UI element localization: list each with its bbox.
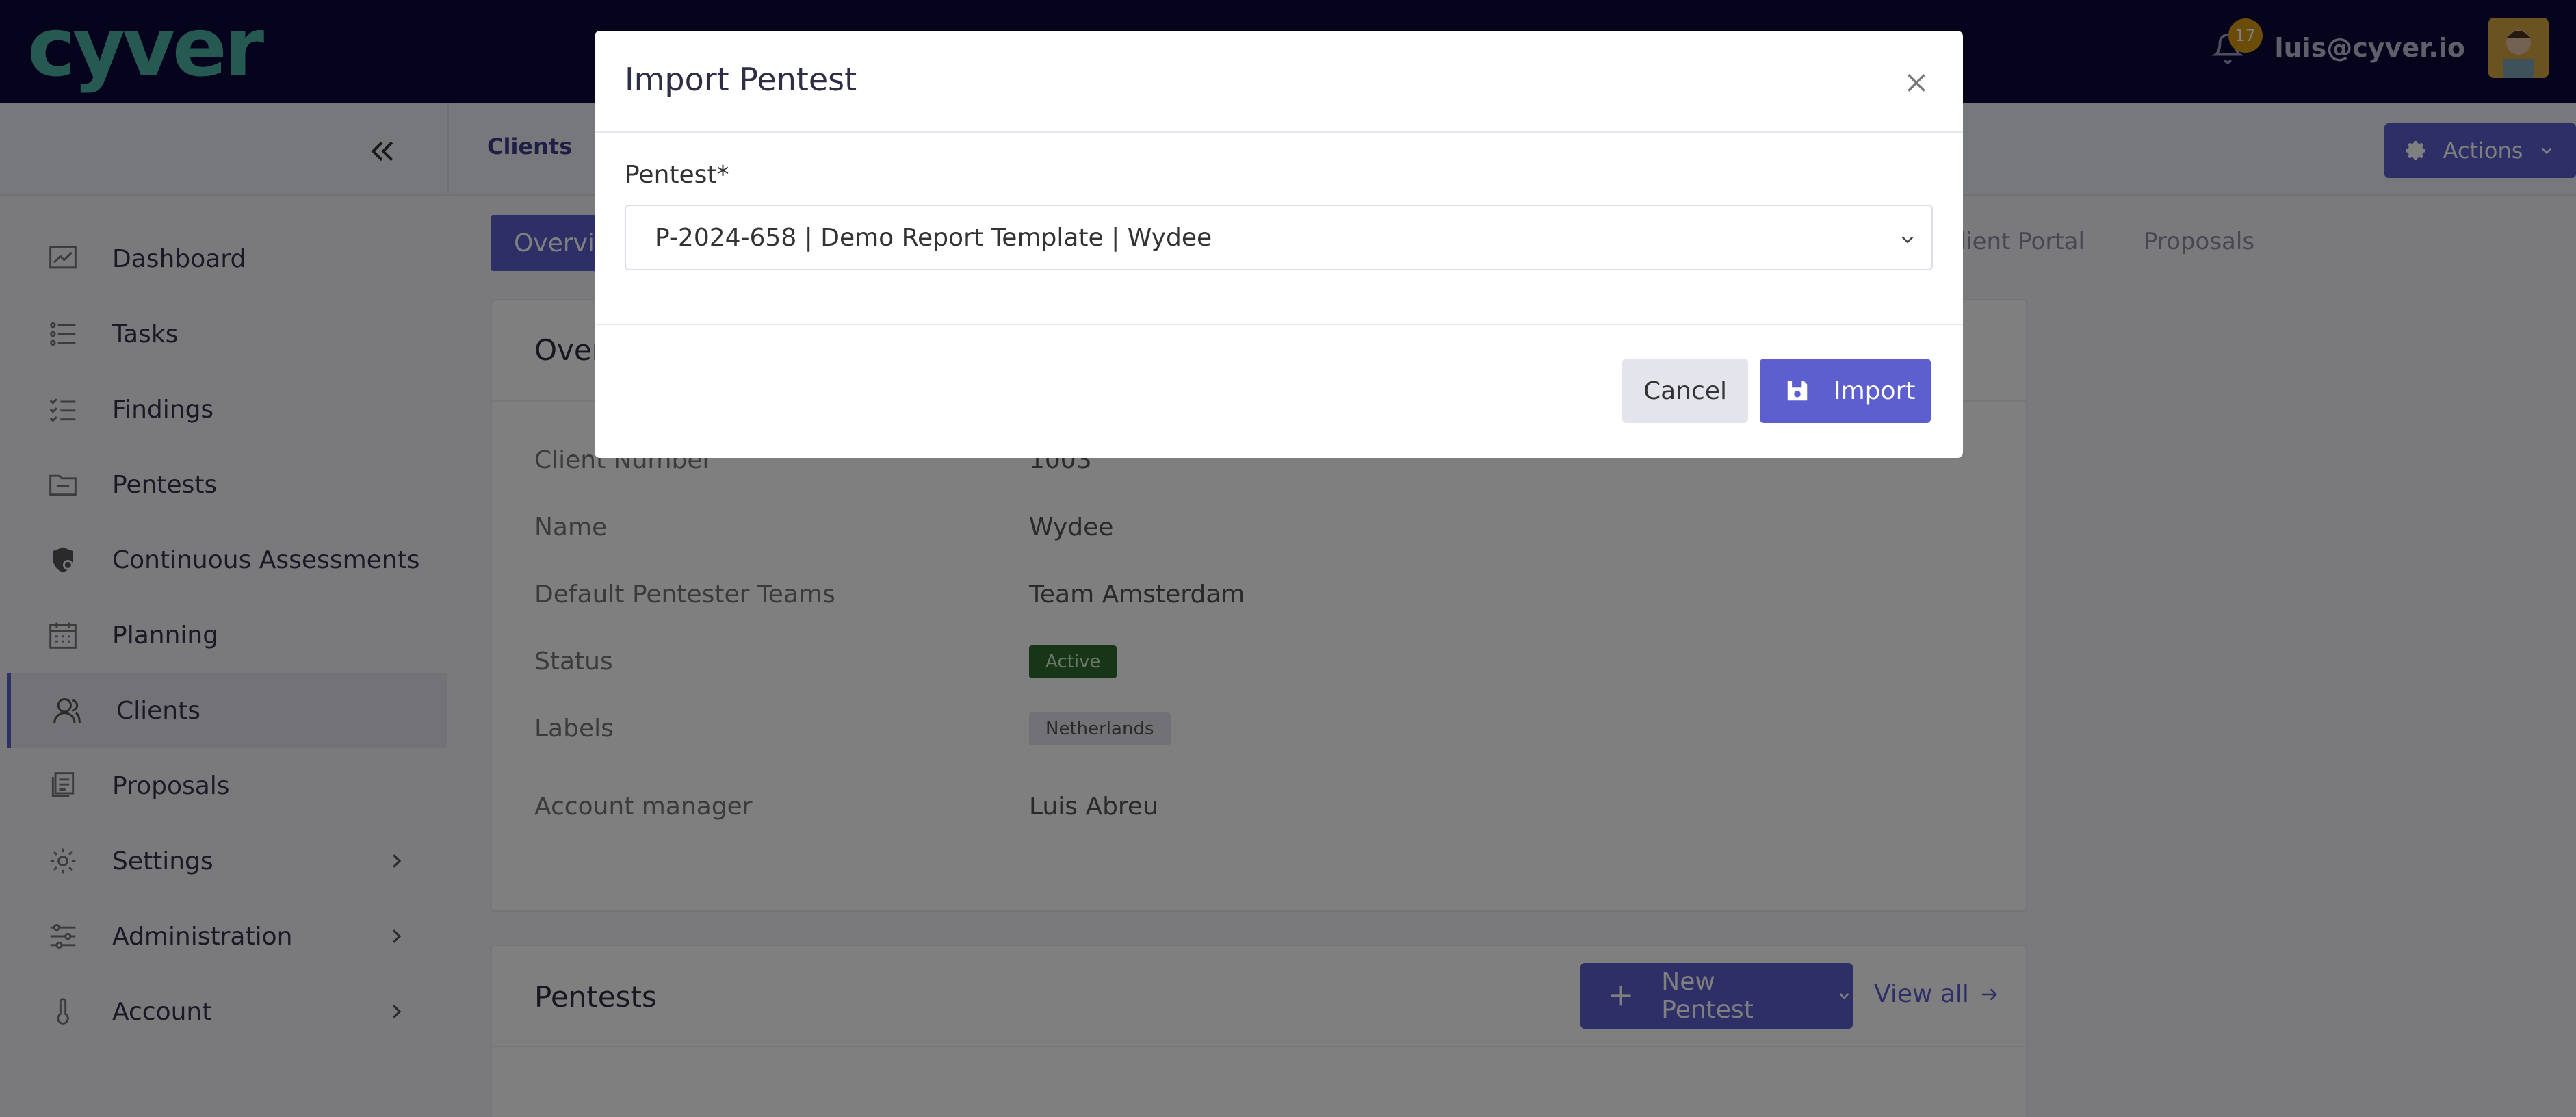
divider (595, 324, 1963, 325)
divider (595, 131, 1963, 133)
pentest-field-label: Pentest* (625, 161, 729, 189)
import-pentest-dialog: Import Pentest Pentest* P-2024-658 | Dem… (595, 31, 1963, 458)
save-icon (1787, 381, 1808, 401)
import-button[interactable]: Import (1760, 359, 1931, 423)
import-label: Import (1834, 376, 1916, 405)
cancel-button[interactable]: Cancel (1622, 359, 1748, 423)
close-icon[interactable] (1903, 69, 1930, 97)
cancel-label: Cancel (1643, 376, 1727, 405)
pentest-select-value: P-2024-658 | Demo Report Template | Wyde… (655, 223, 1212, 252)
pentest-select[interactable]: P-2024-658 | Demo Report Template | Wyde… (625, 205, 1933, 270)
chevron-down-icon (1901, 236, 1914, 244)
dialog-title: Import Pentest (625, 61, 857, 98)
